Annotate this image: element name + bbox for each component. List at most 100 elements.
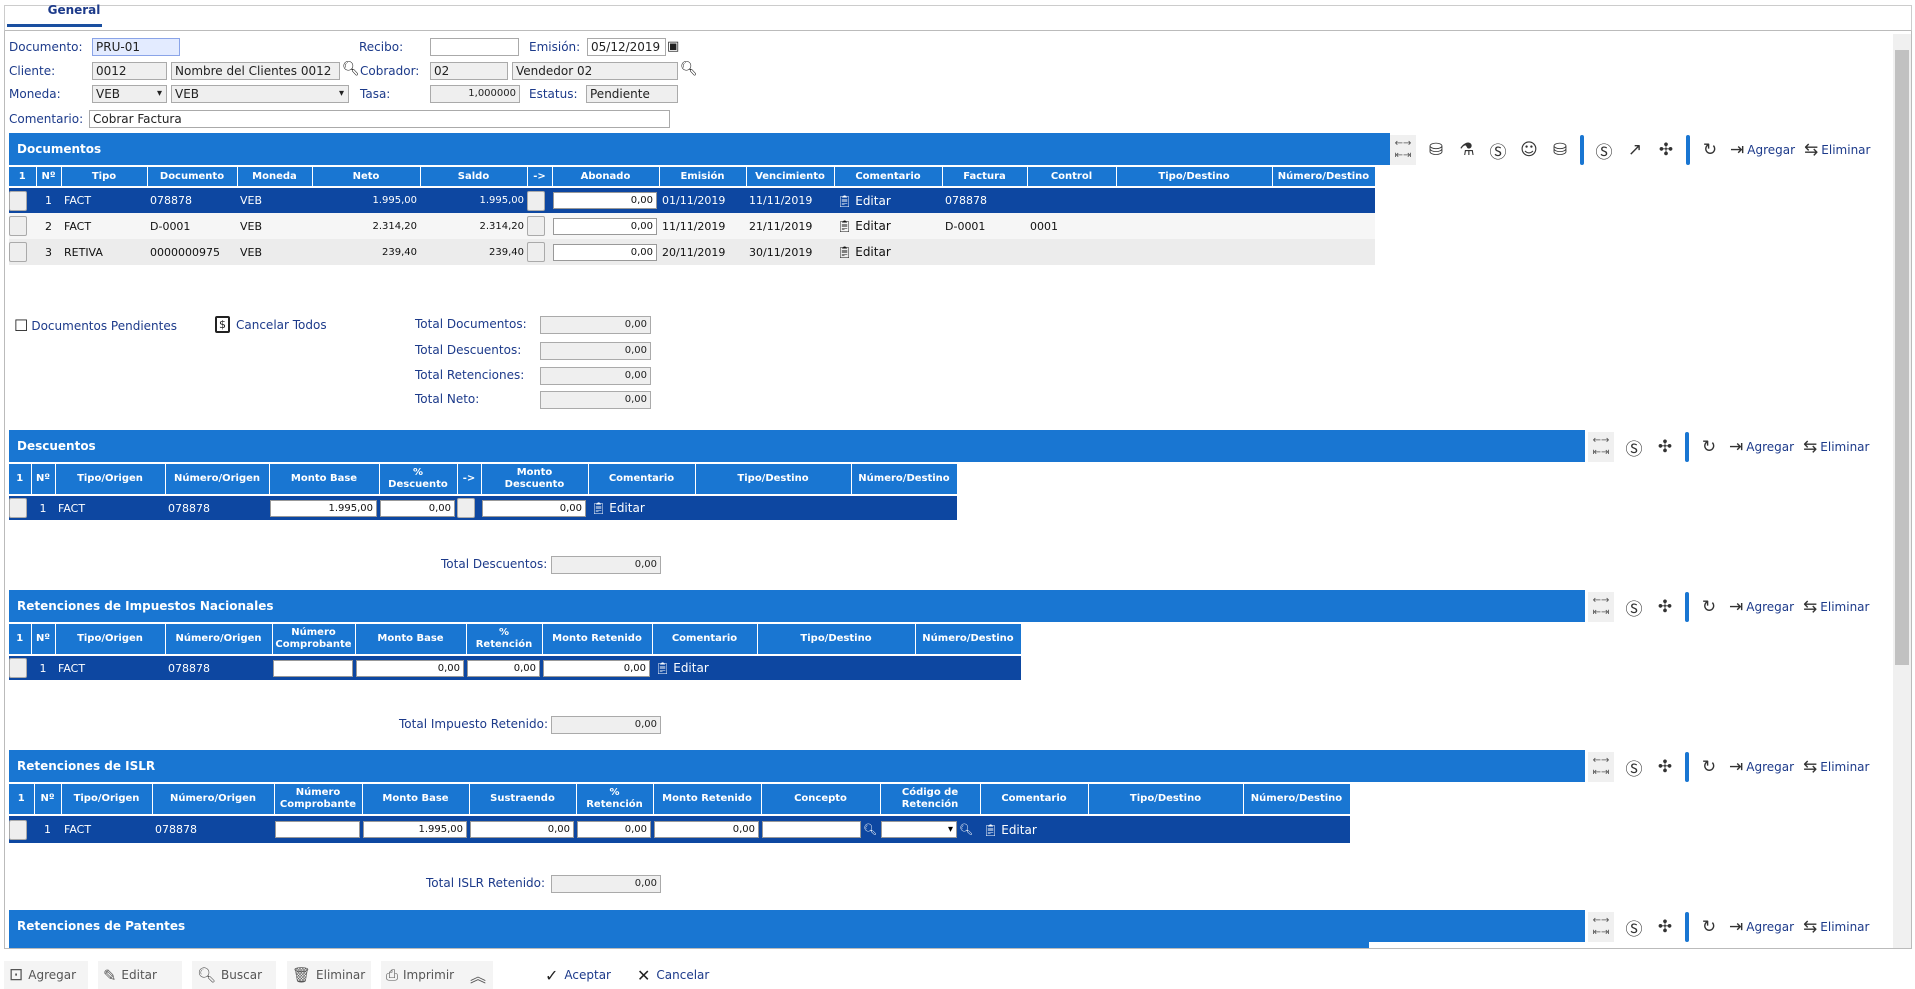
dollar-circle-icon[interactable]: Ⓢ — [1623, 436, 1645, 460]
column-header[interactable]: Número/Origen — [165, 624, 273, 656]
table-row[interactable]: 2 FACT D-0001 VEB 2.314,20 2.314,20 0,00 11/11/… — [9, 213, 1375, 239]
editar-comentario-button[interactable]: 📋︎ Editar — [655, 661, 709, 675]
search-icon[interactable]: 🔍︎ — [959, 823, 973, 836]
row-select-button[interactable] — [9, 498, 27, 518]
row-select-button[interactable] — [9, 242, 27, 262]
puzzle-icon[interactable]: ✣ — [1654, 756, 1676, 778]
puzzle-icon[interactable]: ✣ — [1654, 436, 1676, 458]
editar-comentario-button[interactable]: 📋︎ Editar — [837, 194, 891, 208]
amount-input[interactable]: 0,00 — [380, 499, 455, 517]
column-header[interactable]: Monto Retenido — [542, 624, 653, 656]
column-header[interactable]: Saldo — [420, 167, 528, 188]
column-header[interactable]: Número/Destino — [1243, 784, 1351, 816]
column-header[interactable]: Código de Retención — [880, 784, 981, 816]
tab-general[interactable]: General — [45, 3, 103, 17]
editar-comentario-button[interactable]: 📋︎ Editar — [837, 219, 891, 233]
column-header[interactable]: Tipo/Destino — [1088, 784, 1244, 816]
cancelar-todos-link[interactable]: $ Cancelar Todos — [215, 316, 327, 333]
user-circle-icon[interactable]: ☺ — [1518, 139, 1540, 161]
cancelar-button[interactable]: ✕ Cancelar — [637, 961, 709, 989]
column-header[interactable]: Sustraendo — [469, 784, 577, 816]
column-header[interactable]: Número Comprobante — [274, 784, 363, 816]
column-header[interactable]: % Descuento — [379, 464, 458, 496]
column-header[interactable]: Moneda — [237, 167, 313, 188]
amount-input[interactable]: 0,00 — [543, 659, 650, 677]
documentos-eliminar-button[interactable]: ⇆ Eliminar — [1804, 140, 1870, 160]
amount-input[interactable]: 0,00 — [553, 217, 657, 235]
column-header[interactable]: -> — [527, 167, 553, 188]
amount-input[interactable]: 0,00 — [467, 659, 540, 677]
calendar-icon[interactable]: ▣ — [667, 39, 679, 54]
column-header[interactable]: 1 — [9, 784, 35, 816]
apply-amount-button[interactable] — [527, 216, 545, 236]
refresh-icon[interactable]: ↻ — [1698, 756, 1720, 778]
refresh-icon[interactable]: ↻ — [1698, 916, 1720, 938]
aceptar-button[interactable]: ✓ Aceptar — [545, 961, 611, 989]
column-header[interactable]: Número/Destino — [851, 464, 958, 496]
expand-columns-icon[interactable]: ←→ ⇤⇥ — [1588, 592, 1614, 622]
amount-input[interactable]: 0,00 — [356, 659, 464, 677]
collapse-toolbar-icon[interactable]: ︽ — [465, 961, 493, 989]
dollar-circle-icon[interactable]: Ⓢ — [1623, 756, 1645, 780]
table-row[interactable]: 1 FACT 078878 1.995,00 0,00 0,00 📋︎ Editar — [9, 495, 957, 520]
tasa-input[interactable]: 1,000000 — [430, 85, 520, 103]
apply-amount-button[interactable] — [527, 190, 545, 211]
bottom-editar-button[interactable]: ✎ Editar — [98, 961, 182, 989]
amount-input[interactable]: 1.995,00 — [270, 499, 377, 517]
descuentos-eliminar-button[interactable]: ⇆ Eliminar — [1803, 437, 1869, 457]
documento-input[interactable]: PRU-01 — [92, 38, 180, 56]
comentario-input[interactable]: Cobrar Factura — [89, 110, 670, 128]
moneda-code-select[interactable]: VEB — [92, 85, 167, 103]
cliente-code-input[interactable]: 0012 — [92, 62, 167, 80]
ret_patentes-eliminar-button[interactable]: ⇆ Eliminar — [1803, 917, 1869, 937]
table-row[interactable]: 1 FACT 078878 0,00 0,00 0,00 📋︎ Editar — [9, 655, 1021, 680]
ret_islr-agregar-button[interactable]: ⇥ Agregar — [1729, 757, 1794, 777]
column-header[interactable]: Monto Base — [362, 784, 470, 816]
search-cobrador-icon[interactable]: 🔍︎ — [680, 61, 698, 77]
row-select-button[interactable] — [9, 216, 27, 236]
editar-comentario-button[interactable]: 📋︎ Editar — [983, 823, 1037, 837]
bottom-buscar-button[interactable]: 🔍︎ Buscar — [192, 961, 276, 989]
column-header[interactable]: Tipo/Origen — [55, 464, 166, 496]
table-row[interactable]: 1 FACT 078878 1.995,00 0,00 0,00 0,00 🔍︎ ▾ 🔍︎ 📋︎ Ed… — [9, 815, 1350, 843]
column-header[interactable]: Número/Destino — [915, 624, 1022, 656]
amount-input[interactable] — [275, 821, 360, 838]
column-header[interactable]: Monto Base — [355, 624, 467, 656]
descuentos-agregar-button[interactable]: ⇥ Agregar — [1729, 437, 1794, 457]
refresh-icon[interactable]: ↻ — [1698, 436, 1720, 458]
column-header[interactable]: Número Comprobante — [272, 624, 356, 656]
column-header[interactable]: Monto Base — [269, 464, 380, 496]
editar-comentario-button[interactable]: 📋︎ Editar — [591, 501, 645, 515]
column-header[interactable]: Vencimiento — [746, 167, 835, 188]
table-row[interactable]: 3 RETIVA 0000000975 VEB 239,40 239,40 0,00 20/1… — [9, 239, 1375, 265]
bottom-eliminar-button[interactable]: 🗑︎ Eliminar — [287, 961, 371, 989]
cliente-name-input[interactable]: Nombre del Clientes 0012 — [171, 62, 340, 80]
puzzle-icon[interactable]: ✣ — [1654, 916, 1676, 938]
documentos-agregar-button[interactable]: ⇥ Agregar — [1730, 140, 1795, 160]
ret_islr-eliminar-button[interactable]: ⇆ Eliminar — [1803, 757, 1869, 777]
row-select-button[interactable] — [9, 190, 27, 211]
column-header[interactable]: Abonado — [552, 167, 660, 188]
recibo-input[interactable] — [430, 38, 519, 56]
column-header[interactable]: Concepto — [761, 784, 881, 816]
apply-amount-button[interactable] — [457, 498, 475, 518]
bottom-imprimir-button[interactable]: ⎙ Imprimir — [381, 961, 465, 989]
column-header[interactable]: % Retención — [466, 624, 543, 656]
bottom-agregar-button[interactable]: ⊡ Agregar — [4, 961, 88, 989]
column-header[interactable]: Tipo/Destino — [1116, 167, 1273, 188]
dollar-circle-icon[interactable]: Ⓢ — [1623, 596, 1645, 620]
column-header[interactable]: Control — [1027, 167, 1117, 188]
amount-input[interactable]: 0,00 — [577, 821, 651, 838]
amount-input[interactable]: 0,00 — [553, 243, 657, 261]
column-header[interactable]: Tipo — [61, 167, 148, 188]
search-icon[interactable]: 🔍︎ — [863, 823, 877, 836]
concepto-input[interactable] — [762, 821, 861, 838]
column-header[interactable]: Comentario — [652, 624, 758, 656]
expand-columns-icon[interactable]: ←→ ⇤⇥ — [1588, 752, 1614, 782]
editar-comentario-button[interactable]: 📋︎ Editar — [837, 245, 891, 259]
column-header[interactable]: Nº — [34, 784, 62, 816]
apply-amount-button[interactable] — [527, 242, 545, 262]
search-cliente-icon[interactable]: 🔍︎ — [342, 61, 360, 77]
row-select-button[interactable] — [9, 819, 27, 840]
codigo-retencion-select[interactable]: ▾ — [881, 821, 957, 838]
